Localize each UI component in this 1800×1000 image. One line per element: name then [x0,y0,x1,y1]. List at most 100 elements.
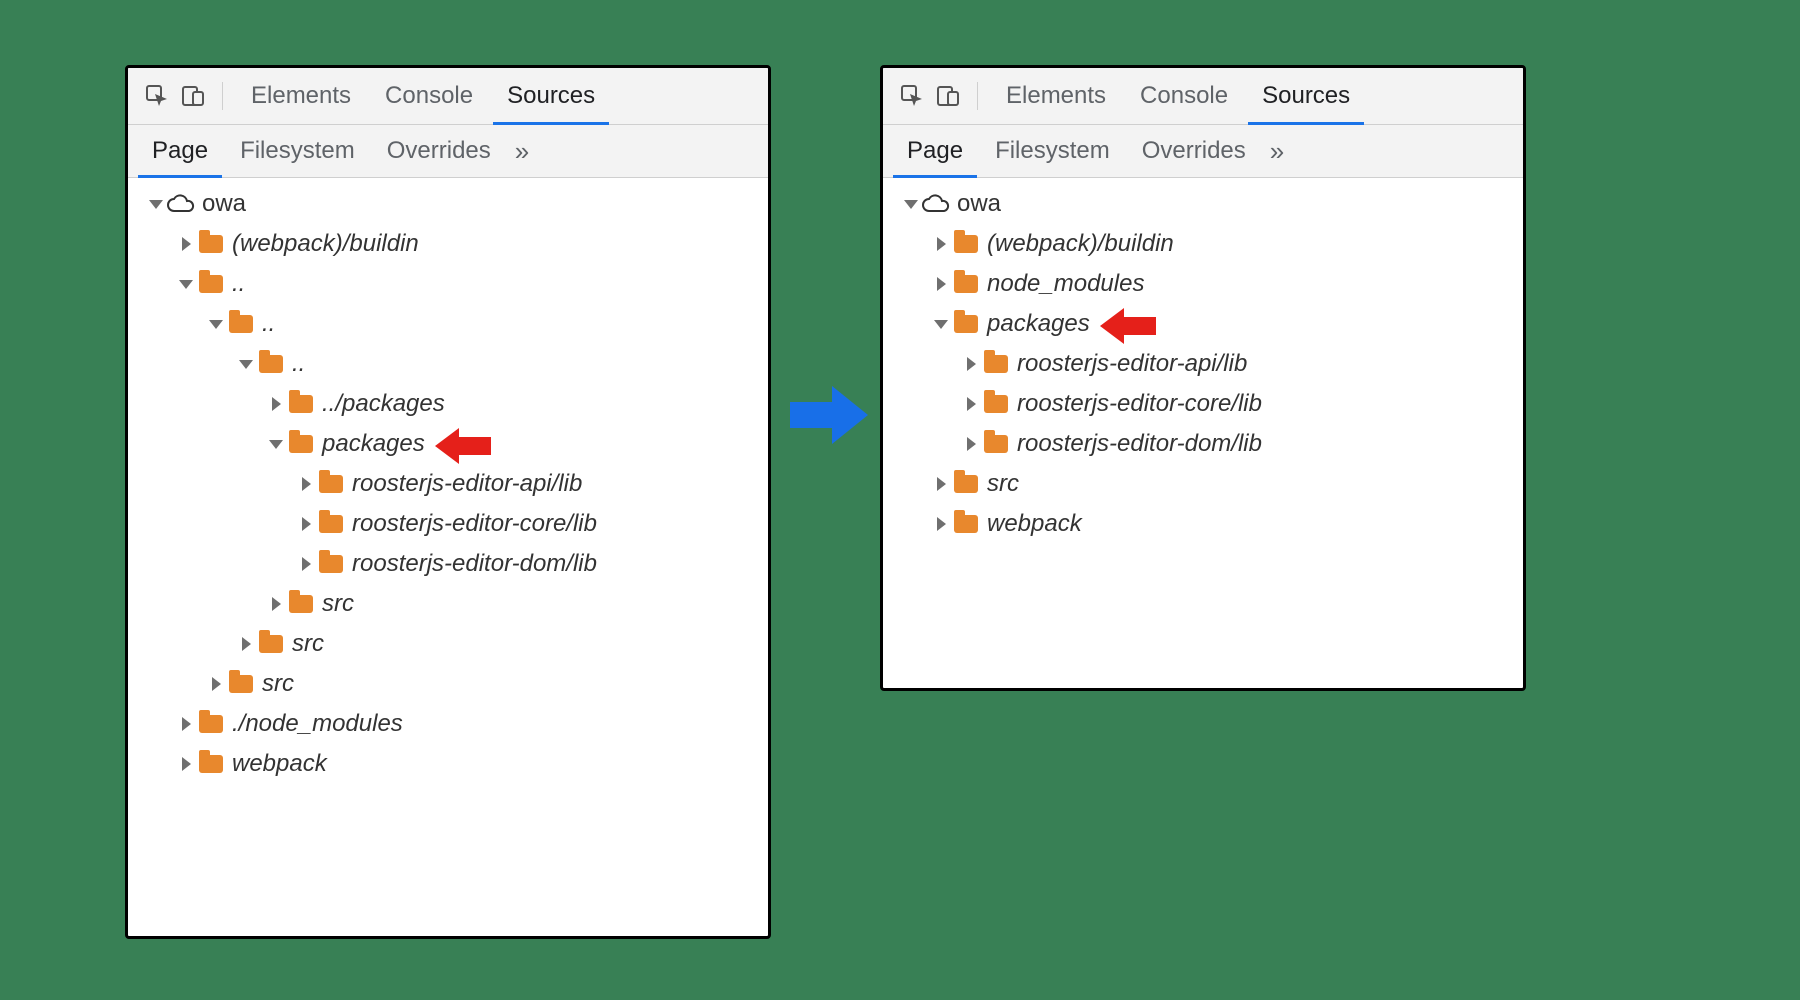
tree-row[interactable]: node_modules [883,264,1523,304]
chevron-down-icon[interactable] [931,320,951,329]
tab-label: Filesystem [995,137,1110,164]
tree-row[interactable]: packages [883,304,1523,344]
tree-row[interactable]: ../packages [128,384,768,424]
tree-row[interactable]: roosterjs-editor-core/lib [883,384,1523,424]
folder-icon [226,675,256,693]
folder-icon [196,235,226,253]
tab-console[interactable]: Console [371,68,487,124]
chevron-right-icon[interactable] [296,557,316,571]
folder-icon [286,595,316,613]
folder-icon [981,395,1011,413]
subtab-filesystem[interactable]: Filesystem [226,125,369,177]
tab-console[interactable]: Console [1126,68,1242,124]
tree-row[interactable]: roosterjs-editor-core/lib [128,504,768,544]
chevron-right-icon[interactable] [236,637,256,651]
tree-row[interactable]: .. [128,264,768,304]
tree-item-label: roosterjs-editor-api/lib [1017,350,1247,378]
tree-item-label: (webpack)/buildin [987,230,1174,258]
chevron-right-icon[interactable] [931,237,951,251]
chevron-down-icon[interactable] [146,200,166,209]
tree-row[interactable]: owa [128,184,768,224]
folder-icon [286,435,316,453]
tree-row[interactable]: .. [128,304,768,344]
subtab-page[interactable]: Page [138,125,222,177]
folder-icon [196,715,226,733]
devtools-top-tabs: Elements Console Sources [883,68,1523,125]
tab-label: Elements [251,82,351,109]
subtab-overrides[interactable]: Overrides [373,125,505,177]
tab-sources[interactable]: Sources [493,68,609,124]
tree-row[interactable]: src [128,664,768,704]
tab-label: Filesystem [240,137,355,164]
tree-item-label: .. [292,350,305,378]
chevron-right-icon[interactable] [266,597,286,611]
folder-icon [256,355,286,373]
chevron-right-icon[interactable] [931,477,951,491]
tree-item-label: (webpack)/buildin [232,230,419,258]
sources-sub-tabs: Page Filesystem Overrides » [128,125,768,178]
tree-row[interactable]: owa [883,184,1523,224]
tree-row[interactable]: packages [128,424,768,464]
chevron-right-icon[interactable] [296,517,316,531]
chevron-down-icon[interactable] [236,360,256,369]
tree-row[interactable]: src [883,464,1523,504]
chevron-down-icon[interactable] [206,320,226,329]
tree-row[interactable]: (webpack)/buildin [128,224,768,264]
chevron-down-icon[interactable] [176,280,196,289]
more-tabs-icon[interactable]: » [1264,136,1290,167]
tree-row[interactable]: roosterjs-editor-api/lib [883,344,1523,384]
tree-row[interactable]: webpack [883,504,1523,544]
tree-row[interactable]: src [128,584,768,624]
chevron-right-icon[interactable] [931,277,951,291]
chevron-right-icon[interactable] [961,437,981,451]
tree-row[interactable]: roosterjs-editor-dom/lib [128,544,768,584]
subtab-page[interactable]: Page [893,125,977,177]
folder-icon [256,635,286,653]
device-toolbar-icon[interactable] [933,81,963,111]
sources-sub-tabs: Page Filesystem Overrides » [883,125,1523,178]
folder-icon [951,475,981,493]
chevron-down-icon[interactable] [901,200,921,209]
tree-row[interactable]: webpack [128,744,768,784]
device-toolbar-icon[interactable] [178,81,208,111]
tree-row[interactable]: (webpack)/buildin [883,224,1523,264]
chevron-right-icon[interactable] [176,717,196,731]
cloud-icon [166,193,196,215]
tab-elements[interactable]: Elements [992,68,1120,124]
folder-icon [196,275,226,293]
inspect-element-icon[interactable] [142,81,172,111]
chevron-right-icon[interactable] [176,237,196,251]
folder-icon [951,235,981,253]
tree-row[interactable]: roosterjs-editor-dom/lib [883,424,1523,464]
tree-row[interactable]: src [128,624,768,664]
tree-row[interactable]: roosterjs-editor-api/lib [128,464,768,504]
more-tabs-icon[interactable]: » [509,136,535,167]
tab-label: Overrides [1142,137,1246,164]
inspect-element-icon[interactable] [897,81,927,111]
tree-item-label: webpack [232,750,327,778]
tree-row[interactable]: ./node_modules [128,704,768,744]
chevron-right-icon[interactable] [206,677,226,691]
tab-elements[interactable]: Elements [237,68,365,124]
chevron-right-icon[interactable] [176,757,196,771]
source-tree-after: owa (webpack)/buildin node_modules packages… [883,178,1523,554]
tree-item-label: packages [987,310,1090,338]
subtab-overrides[interactable]: Overrides [1128,125,1260,177]
chevron-right-icon[interactable] [961,397,981,411]
chevron-right-icon[interactable] [266,397,286,411]
devtools-top-tabs: Elements Console Sources [128,68,768,125]
chevron-right-icon[interactable] [931,517,951,531]
chevron-right-icon[interactable] [961,357,981,371]
chevron-down-icon[interactable] [266,440,286,449]
tree-item-label: .. [262,310,275,338]
tree-item-label: ../packages [322,390,445,418]
chevron-right-icon[interactable] [296,477,316,491]
tab-label: Elements [1006,82,1106,109]
tree-item-label: roosterjs-editor-core/lib [352,510,597,538]
devtools-panel-after: Elements Console Sources Page Filesystem… [880,65,1526,691]
tree-row[interactable]: .. [128,344,768,384]
tab-sources[interactable]: Sources [1248,68,1364,124]
subtab-filesystem[interactable]: Filesystem [981,125,1124,177]
tree-item-label: node_modules [987,270,1144,298]
folder-icon [286,395,316,413]
